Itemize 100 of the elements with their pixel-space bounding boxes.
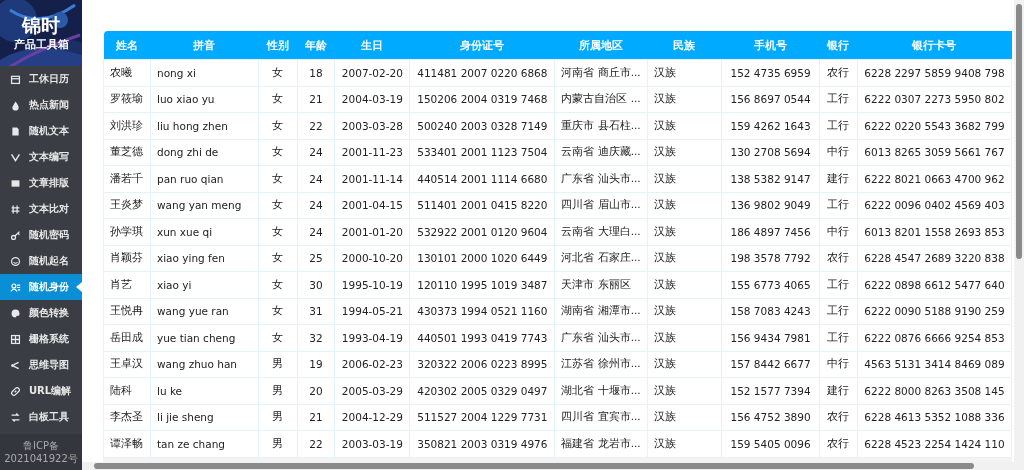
arrows-icon xyxy=(10,411,21,423)
table-cell: 6228 4547 2689 3220 838 xyxy=(857,245,1012,272)
sidebar-item[interactable]: 随机密码 xyxy=(0,222,82,248)
sidebar-item[interactable]: 热点新闻 xyxy=(0,92,82,118)
table-cell: 陆科 xyxy=(103,377,151,404)
table-cell: 440514 2001 1114 6680 xyxy=(409,165,555,192)
table-cell: 天津市 东丽区 xyxy=(554,271,648,298)
table-cell: 肖艺 xyxy=(103,271,151,298)
table-cell: 重庆市 县石柱... xyxy=(554,112,648,139)
table-cell: 6228 2297 5859 9408 798 xyxy=(857,59,1012,86)
column-header: 性别 xyxy=(258,31,298,60)
table-cell: 福建省 龙岩市... xyxy=(554,430,648,457)
table-cell: wang yue ran xyxy=(150,298,259,325)
table-cell: 430373 1994 0521 1160 xyxy=(409,298,555,325)
table-cell: 159 4262 1643 xyxy=(721,112,820,139)
table-cell: 汉族 xyxy=(647,59,722,86)
table-cell: wang yan meng xyxy=(150,192,259,219)
table-cell: 198 3578 7792 xyxy=(721,245,820,272)
column-header: 身份证号 xyxy=(409,31,555,60)
table-cell: 6222 8021 0663 4700 962 xyxy=(857,165,1012,192)
sidebar-item[interactable]: 文本比对 xyxy=(0,196,82,222)
table-cell: 1994-05-21 xyxy=(334,298,410,325)
column-header: 生日 xyxy=(334,31,410,60)
table-cell: 6228 4523 2254 1424 110 xyxy=(857,430,1012,457)
table-cell: 岳田成 xyxy=(103,324,151,351)
table-cell: 6222 0876 6666 9254 853 xyxy=(857,324,1012,351)
sidebar-item[interactable]: 文章排版 xyxy=(0,170,82,196)
sidebar-item[interactable]: 随机身份 xyxy=(0,274,82,300)
table-cell: 6228 4613 5352 1088 336 xyxy=(857,404,1012,431)
table-cell: 刘洪珍 xyxy=(103,112,151,139)
table-cell: 138 5382 9147 xyxy=(721,165,820,192)
table-cell: 汉族 xyxy=(647,271,722,298)
table-cell: yue tian cheng xyxy=(150,324,259,351)
flame-icon xyxy=(10,99,21,111)
table-cell: 120110 1995 1019 3487 xyxy=(409,271,555,298)
table-cell: xun xue qi xyxy=(150,218,259,245)
table-cell: 411481 2007 0220 6868 xyxy=(409,59,555,86)
table-cell: 汉族 xyxy=(647,218,722,245)
table-cell: 420302 2005 0329 0497 xyxy=(409,377,555,404)
table-cell: 159 5405 0096 xyxy=(721,430,820,457)
sidebar-item[interactable]: 文本编写 xyxy=(0,144,82,170)
hash-icon xyxy=(10,203,21,215)
table-cell: 四川省 宜宾市... xyxy=(554,404,648,431)
table-cell: 汉族 xyxy=(647,139,722,166)
table-cell: dong zhi de xyxy=(150,139,259,166)
table-cell: 湖南省 湘潭市... xyxy=(554,298,648,325)
table-cell: 广东省 汕头市... xyxy=(554,165,648,192)
vertical-scrollbar[interactable] xyxy=(1014,0,1024,462)
sidebar-item[interactable]: 随机文本 xyxy=(0,118,82,144)
sidebar-item[interactable]: 思维导图 xyxy=(0,352,82,378)
table-cell: 河北省 石家庄... xyxy=(554,245,648,272)
table-cell: 汉族 xyxy=(647,245,722,272)
column-header: 拼音 xyxy=(150,31,259,60)
logo-subtitle: 产品工具箱 xyxy=(13,37,69,53)
sidebar-item[interactable]: 随机起名 xyxy=(0,248,82,274)
table-cell: lu ke xyxy=(150,377,259,404)
column-header: 所属地区 xyxy=(554,31,648,60)
table-cell: xiao yi xyxy=(150,271,259,298)
table-cell: 董芝德 xyxy=(103,139,151,166)
column-header: 银行卡号 xyxy=(857,31,1012,60)
table-cell: 2001-11-23 xyxy=(334,139,410,166)
horizontal-scrollbar[interactable] xyxy=(82,462,1024,470)
smiley-icon xyxy=(10,255,21,267)
table-cell: 156 9434 7981 xyxy=(721,324,820,351)
table-cell: 186 4897 7456 xyxy=(721,218,820,245)
sidebar-item[interactable]: 白板工具 xyxy=(0,404,82,430)
table-cell: 王炎梦 xyxy=(103,192,151,219)
table-cell: 158 7083 4243 xyxy=(721,298,820,325)
table-cell: 2001-01-20 xyxy=(334,218,410,245)
table-cell: 6222 0096 0402 4569 403 xyxy=(857,192,1012,219)
table-cell: 河南省 商丘市... xyxy=(554,59,648,86)
table-cell: 136 9802 9049 xyxy=(721,192,820,219)
table-cell: tan ze chang xyxy=(150,430,259,457)
table-cell: 6013 8201 1558 2693 853 xyxy=(857,218,1012,245)
table-cell: 江苏省 徐州市... xyxy=(554,351,648,378)
table-cell: 内蒙古自治区 ... xyxy=(554,86,648,113)
table-cell: 王卓汉 xyxy=(103,351,151,378)
table-cell: 130 2708 5694 xyxy=(721,139,820,166)
table-cell: 152 4735 6959 xyxy=(721,59,820,86)
table-cell: 152 1577 7394 xyxy=(721,377,820,404)
column-header: 年龄 xyxy=(297,31,335,60)
table-cell: pan ruo qian xyxy=(150,165,259,192)
table-cell: 6222 8000 8263 3508 145 xyxy=(857,377,1012,404)
table-cell: 农行 xyxy=(819,59,858,86)
sidebar-item[interactable]: URL编解 xyxy=(0,378,82,404)
sidebar-item[interactable]: 颜色转换 xyxy=(0,300,82,326)
grid-icon xyxy=(10,333,21,345)
sidebar-item[interactable]: 工休日历 xyxy=(0,66,82,92)
table-cell: 女 xyxy=(258,59,298,86)
table-cell: 谭泽畅 xyxy=(103,430,151,457)
table-cell: 汉族 xyxy=(647,112,722,139)
table-cell: 2004-12-29 xyxy=(334,404,410,431)
table-cell: 6222 0898 6612 5477 640 xyxy=(857,271,1012,298)
table-cell: 罗筱瑜 xyxy=(103,86,151,113)
table-cell: 汉族 xyxy=(647,351,722,378)
table-cell: 2003-03-19 xyxy=(334,430,410,457)
table-cell: 2000-10-20 xyxy=(334,245,410,272)
sidebar-item[interactable]: 栅格系统 xyxy=(0,326,82,352)
table-cell: 18 xyxy=(297,59,335,86)
calendar-icon xyxy=(10,73,21,85)
